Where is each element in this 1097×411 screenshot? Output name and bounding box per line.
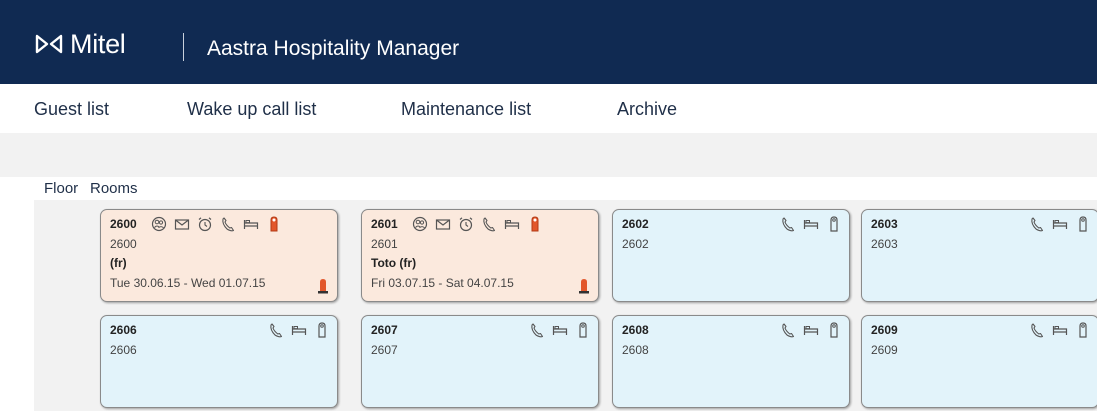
room-name: 2606 xyxy=(110,343,137,357)
room-icons xyxy=(774,321,843,339)
room-icons xyxy=(145,215,283,233)
room-icons xyxy=(523,321,592,339)
room-card-2601[interactable]: 2601 2601 Toto (fr) Fri 03.07.15 - Sat 04.0… xyxy=(361,209,599,302)
mitel-logo[interactable]: Mitel xyxy=(34,26,126,62)
guest-name: Toto (fr) xyxy=(371,256,417,270)
bed-icon[interactable] xyxy=(1051,215,1069,233)
phone-icon[interactable] xyxy=(219,215,237,233)
phone-icon[interactable] xyxy=(267,321,285,339)
room-number: 2607 xyxy=(371,323,398,337)
rooms-column-label: Rooms xyxy=(90,180,138,197)
stay-dates: Tue 30.06.15 - Wed 01.07.15 xyxy=(110,276,266,290)
room-name: 2608 xyxy=(622,343,649,357)
door-hanger-icon[interactable] xyxy=(1074,321,1092,339)
message-icon[interactable] xyxy=(434,215,452,233)
room-card-2603[interactable]: 2603 2603 xyxy=(861,209,1097,302)
room-number: 2601 xyxy=(371,217,398,231)
phone-icon[interactable] xyxy=(480,215,498,233)
door-hanger-icon[interactable] xyxy=(574,321,592,339)
mitel-logo-icon xyxy=(35,34,63,54)
checkin-status-icon xyxy=(579,279,589,294)
door-hanger-icon[interactable] xyxy=(825,321,843,339)
room-icons xyxy=(1023,321,1092,339)
door-hanger-icon[interactable] xyxy=(825,215,843,233)
room-icons xyxy=(406,215,544,233)
nav-wake-up-call-list[interactable]: Wake up call list xyxy=(187,99,316,120)
guest-name: (fr) xyxy=(110,256,127,270)
nav-guest-list[interactable]: Guest list xyxy=(34,99,109,120)
room-number: 2602 xyxy=(622,217,649,231)
nav-archive[interactable]: Archive xyxy=(617,99,677,120)
phone-icon[interactable] xyxy=(528,321,546,339)
room-name: 2607 xyxy=(371,343,398,357)
room-number: 2608 xyxy=(622,323,649,337)
app-title: Aastra Hospitality Manager xyxy=(207,37,460,60)
header-divider xyxy=(183,33,184,61)
room-number: 2606 xyxy=(110,323,137,337)
room-name: 2609 xyxy=(871,343,898,357)
toolbar-band xyxy=(0,133,1097,177)
room-card-2600[interactable]: 2600 2600 (fr) Tue 30.06.15 - Wed 01.07.15 xyxy=(100,209,338,302)
brand-name: Mitel xyxy=(70,28,126,59)
alarm-clock-icon[interactable] xyxy=(457,215,475,233)
room-card-2602[interactable]: 2602 2602 xyxy=(612,209,850,302)
bed-icon[interactable] xyxy=(802,215,820,233)
bed-icon[interactable] xyxy=(242,215,260,233)
message-icon[interactable] xyxy=(173,215,191,233)
main-nav: Guest list Wake up call list Maintenance… xyxy=(0,90,1097,130)
guest-group-icon[interactable] xyxy=(411,215,429,233)
floor-column-label: Floor xyxy=(44,180,79,197)
room-card-2607[interactable]: 2607 2607 xyxy=(361,315,599,408)
bed-icon[interactable] xyxy=(802,321,820,339)
phone-icon[interactable] xyxy=(1028,321,1046,339)
door-hanger-icon[interactable] xyxy=(526,215,544,233)
alarm-clock-icon[interactable] xyxy=(196,215,214,233)
door-hanger-icon[interactable] xyxy=(1074,215,1092,233)
phone-icon[interactable] xyxy=(1028,215,1046,233)
guest-group-icon[interactable] xyxy=(150,215,168,233)
room-icons xyxy=(262,321,331,339)
room-card-2608[interactable]: 2608 2608 xyxy=(612,315,850,408)
bed-icon[interactable] xyxy=(503,215,521,233)
app-header: Mitel Aastra Hospitality Manager xyxy=(0,0,1097,84)
room-name: 2602 xyxy=(622,237,649,251)
nav-maintenance-list[interactable]: Maintenance list xyxy=(401,99,531,120)
door-hanger-icon[interactable] xyxy=(265,215,283,233)
room-name: 2601 xyxy=(371,237,398,251)
room-icons xyxy=(1023,215,1092,233)
room-card-2609[interactable]: 2609 2609 xyxy=(861,315,1097,408)
bed-icon[interactable] xyxy=(1051,321,1069,339)
room-icons xyxy=(774,215,843,233)
room-card-2606[interactable]: 2606 2606 xyxy=(100,315,338,408)
bed-icon[interactable] xyxy=(290,321,308,339)
room-name: 2600 xyxy=(110,237,137,251)
phone-icon[interactable] xyxy=(779,321,797,339)
room-name: 2603 xyxy=(871,237,898,251)
stay-dates: Fri 03.07.15 - Sat 04.07.15 xyxy=(371,276,514,290)
bed-icon[interactable] xyxy=(551,321,569,339)
door-hanger-icon[interactable] xyxy=(313,321,331,339)
room-number: 2603 xyxy=(871,217,898,231)
phone-icon[interactable] xyxy=(779,215,797,233)
checkin-status-icon xyxy=(318,279,328,294)
room-number: 2600 xyxy=(110,217,137,231)
room-number: 2609 xyxy=(871,323,898,337)
